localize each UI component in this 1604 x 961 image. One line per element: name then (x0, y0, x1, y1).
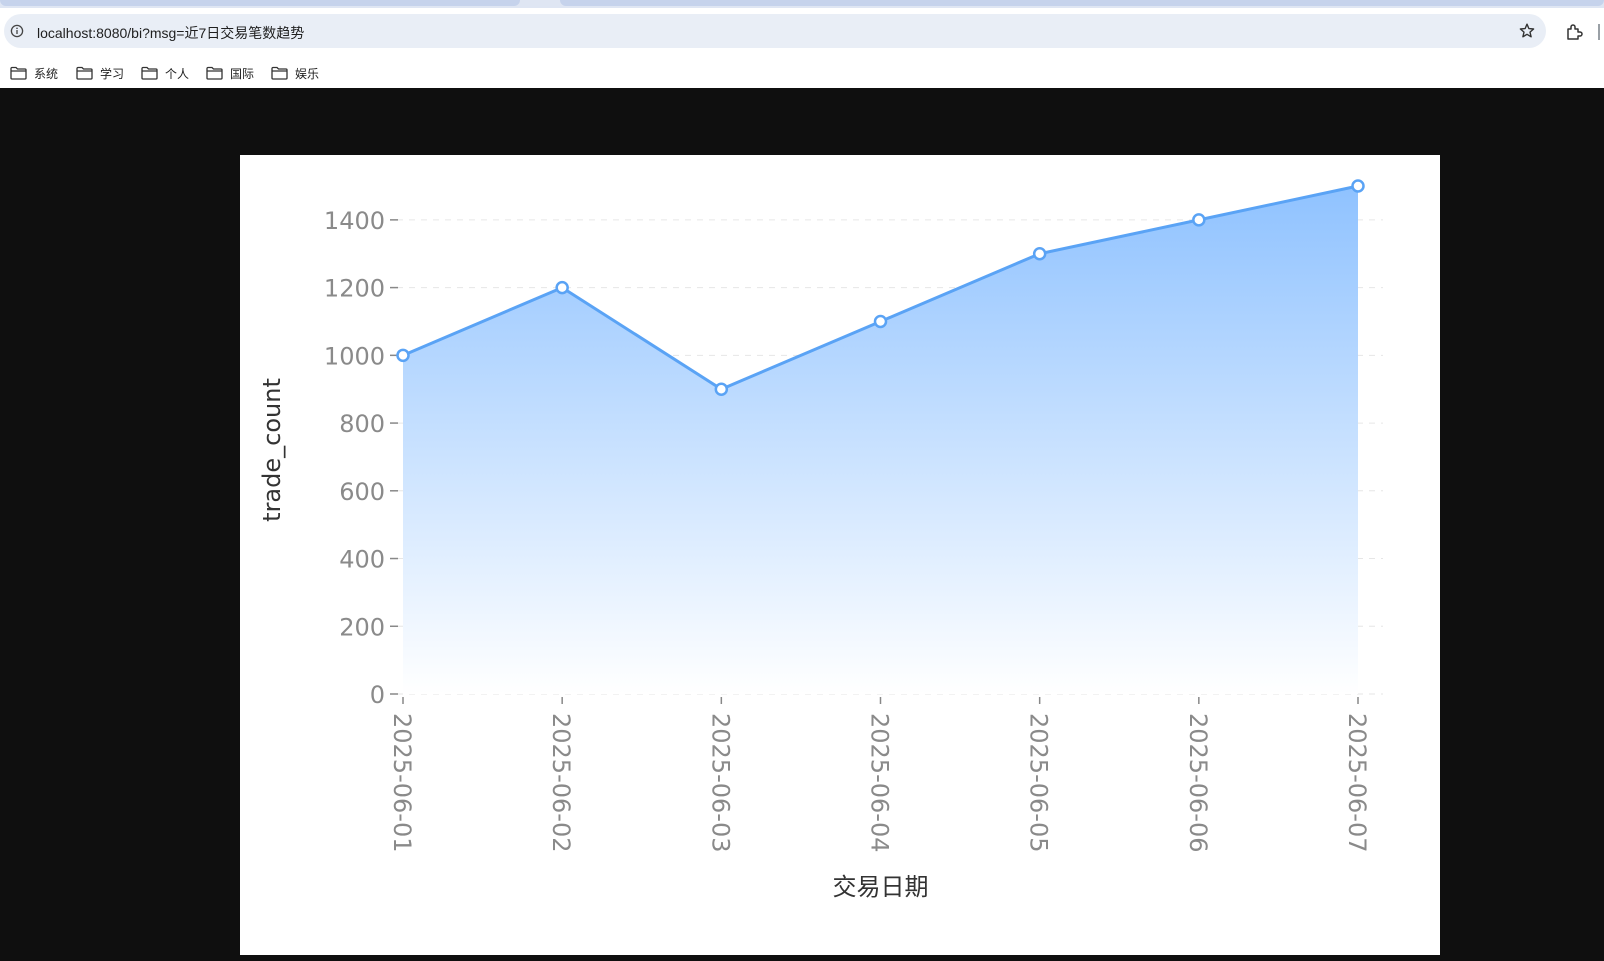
data-point[interactable] (1032, 246, 1047, 261)
data-point[interactable] (873, 314, 888, 329)
data-point[interactable] (714, 382, 729, 396)
x-tick-label: 2025-06-06 (1184, 713, 1212, 852)
bookmark-star-icon[interactable] (1518, 22, 1536, 40)
folder-icon (271, 66, 288, 80)
address-bar[interactable]: localhost:8080/bi?msg=近7日交易笔数趋势 (4, 14, 1546, 48)
url-text[interactable]: localhost:8080/bi?msg=近7日交易笔数趋势 (37, 23, 304, 43)
extensions-icon[interactable] (1564, 22, 1584, 42)
y-tick-label: 400 (339, 546, 385, 574)
bookmark-label: 学习 (100, 66, 125, 81)
x-tick-label: 2025-06-02 (547, 713, 575, 852)
menu-icon[interactable] (1598, 24, 1600, 40)
x-tick-label: 2025-06-03 (706, 713, 734, 852)
y-tick-label: 1200 (324, 275, 385, 303)
info-icon[interactable] (10, 24, 24, 38)
y-tick-label: 1400 (324, 207, 385, 235)
page-content: 0 200 400 600 800 1000 1200 1400 2025-06-01 2025-… (0, 88, 1604, 961)
data-point[interactable] (555, 280, 569, 295)
bookmarks-bar: 系统 学习 个人 国际 娱乐 (0, 58, 1604, 88)
bookmark-folder[interactable]: 娱乐 (271, 62, 319, 84)
browser-toolbar: localhost:8080/bi?msg=近7日交易笔数趋势 (0, 8, 1604, 58)
data-point[interactable] (1192, 213, 1206, 227)
bookmark-label: 系统 (34, 66, 59, 81)
chart-card: 0 200 400 600 800 1000 1200 1400 2025-06-01 2025-… (240, 155, 1440, 955)
y-tick-label: 1000 (324, 342, 385, 370)
x-tick-label: 2025-06-07 (1343, 713, 1371, 852)
folder-icon (10, 66, 27, 80)
bookmark-folder[interactable]: 国际 (206, 62, 254, 84)
y-tick-label: 600 (339, 478, 385, 506)
tab-strip (0, 0, 1604, 8)
data-point[interactable] (396, 348, 410, 363)
x-axis-label: 交易日期 (833, 873, 929, 901)
bookmark-label: 娱乐 (295, 66, 320, 81)
area-chart: 0 200 400 600 800 1000 1200 1400 2025-06-01 2025-… (258, 179, 1383, 901)
bookmark-folder[interactable]: 个人 (141, 62, 189, 84)
x-tick-label: 2025-06-04 (866, 713, 894, 852)
x-tick-label: 2025-06-05 (1025, 713, 1053, 852)
y-tick-label: 200 (339, 613, 385, 641)
y-tick-label: 800 (339, 410, 385, 438)
bookmark-label: 个人 (165, 66, 190, 81)
data-point[interactable] (1351, 179, 1365, 193)
bookmark-label: 国际 (230, 66, 255, 81)
browser-tab[interactable] (560, 0, 1604, 6)
y-tick-label: 0 (370, 681, 385, 709)
y-axis-label: trade_count (258, 378, 286, 522)
bookmark-folder[interactable]: 系统 (10, 62, 58, 84)
folder-icon (206, 66, 223, 80)
browser-tab[interactable] (0, 0, 520, 6)
area-fill (403, 186, 1358, 694)
x-tick-label: 2025-06-01 (388, 713, 416, 852)
folder-icon (76, 66, 93, 80)
folder-icon (141, 66, 158, 80)
bookmark-folder[interactable]: 学习 (76, 62, 124, 84)
